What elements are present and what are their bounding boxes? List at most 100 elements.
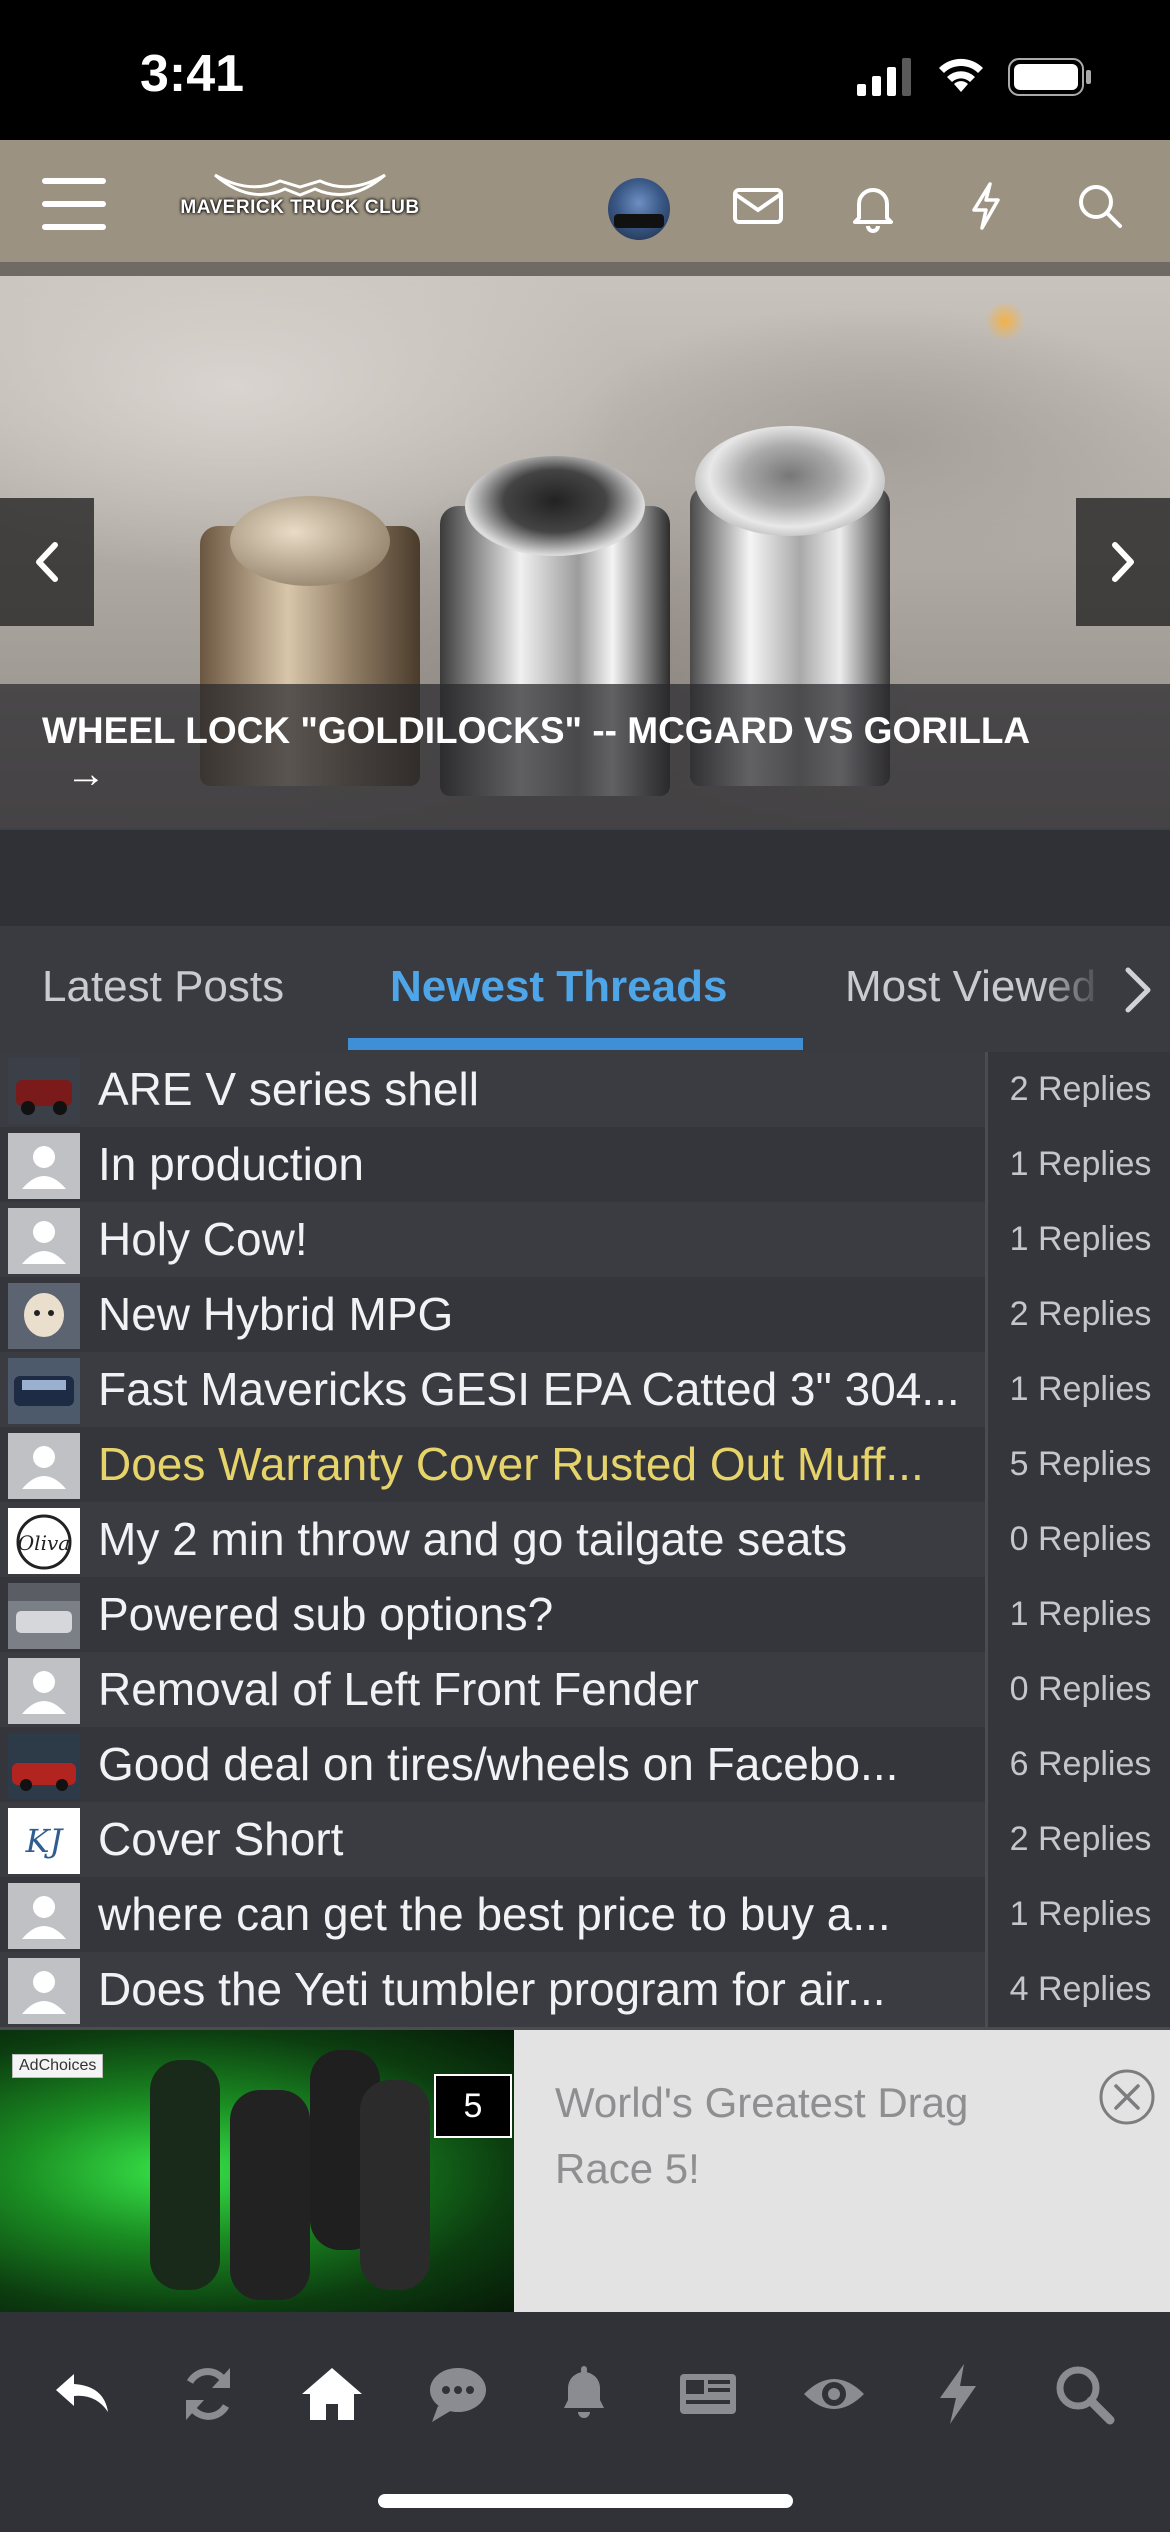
hero-caption-band (0, 684, 1170, 828)
reply-count: 1 Replies (1009, 1145, 1152, 1183)
user-avatar[interactable] (608, 178, 670, 240)
thread-title[interactable]: Cover Short (98, 1808, 978, 1870)
default-avatar-icon[interactable] (8, 1133, 80, 1199)
home-icon[interactable] (298, 2360, 366, 2428)
default-avatar-icon[interactable] (8, 1208, 80, 1274)
reply-count-cell: 1 Replies (985, 1202, 1170, 1277)
chevron-right-icon[interactable] (1118, 962, 1158, 1018)
reply-count: 4 Replies (1009, 1970, 1152, 2008)
thread-row[interactable]: KJ Cover Short 2 Replies (0, 1802, 1170, 1880)
thread-row[interactable]: In production 1 Replies (0, 1127, 1170, 1205)
chevron-right-icon (1112, 542, 1134, 582)
reply-count-cell: 6 Replies (985, 1727, 1170, 1802)
search-icon[interactable] (1050, 2360, 1118, 2428)
default-avatar-icon[interactable] (8, 1433, 80, 1499)
back-icon[interactable] (48, 2360, 116, 2428)
default-avatar-icon[interactable] (8, 1658, 80, 1724)
eye-icon[interactable] (800, 2360, 868, 2428)
hero-title[interactable]: WHEEL LOCK "GOLDILOCKS" -- MCGARD VS GOR… (42, 708, 1142, 754)
adchoices-label[interactable]: AdChoices (12, 2054, 104, 2078)
thread-avatar[interactable] (8, 1583, 80, 1649)
ad-text-line2: Race 5! (555, 2145, 700, 2192)
reply-count-cell: 5 Replies (985, 1427, 1170, 1502)
thread-avatar[interactable] (8, 1058, 80, 1124)
thread-title[interactable]: Powered sub options? (98, 1583, 978, 1645)
thread-title[interactable]: New Hybrid MPG (98, 1283, 978, 1345)
battery-icon (1008, 58, 1091, 96)
reply-count-cell: 4 Replies (985, 1952, 1170, 2027)
bell-icon[interactable] (845, 178, 901, 234)
status-time: 3:41 (140, 45, 245, 103)
reply-count: 0 Replies (1009, 1520, 1152, 1558)
search-icon[interactable] (1072, 178, 1128, 234)
hero-next-button[interactable] (1076, 498, 1170, 626)
thread-avatar[interactable] (8, 1358, 80, 1424)
thread-title[interactable]: In production (98, 1133, 978, 1195)
thread-title[interactable]: Does Warranty Cover Rusted Out Muff... (98, 1433, 978, 1495)
thread-row[interactable]: Does Warranty Cover Rusted Out Muff... 5 … (0, 1427, 1170, 1505)
reply-count-cell: 2 Replies (985, 1277, 1170, 1352)
reply-count: 1 Replies (1009, 1370, 1152, 1408)
reply-count: 2 Replies (1009, 1295, 1152, 1333)
thread-title[interactable]: Holy Cow! (98, 1208, 978, 1270)
cellular-signal-icon (857, 58, 911, 96)
reply-count-cell: 1 Replies (985, 1577, 1170, 1652)
ad-image[interactable]: AdChoices 5 (0, 2030, 514, 2312)
reply-count-cell: 1 Replies (985, 1127, 1170, 1202)
thread-title[interactable]: My 2 min throw and go tailgate seats (98, 1508, 978, 1570)
thread-avatar[interactable]: KJ (8, 1808, 80, 1874)
bell-icon[interactable] (550, 2360, 618, 2428)
thread-row[interactable]: Holy Cow! 1 Replies (0, 1202, 1170, 1280)
menu-icon[interactable] (42, 178, 106, 230)
reply-count-cell: 0 Replies (985, 1502, 1170, 1577)
tab-newest-threads[interactable]: Newest Threads (390, 962, 727, 1012)
thread-row[interactable]: where can get the best price to buy a...… (0, 1877, 1170, 1955)
lightning-icon[interactable] (958, 178, 1014, 234)
default-avatar-icon[interactable] (8, 1958, 80, 2024)
thread-title[interactable]: where can get the best price to buy a... (98, 1883, 978, 1945)
reply-count-cell: 1 Replies (985, 1352, 1170, 1427)
chat-icon[interactable] (424, 2360, 492, 2428)
site-logo[interactable]: MAVERICK TRUCK CLUB (170, 165, 430, 245)
reply-count-cell: 1 Replies (985, 1877, 1170, 1952)
reply-count: 0 Replies (1009, 1670, 1152, 1708)
news-icon[interactable] (674, 2360, 742, 2428)
thread-row[interactable]: Powered sub options? 1 Replies (0, 1577, 1170, 1655)
hero-prev-button[interactable] (0, 498, 94, 626)
ad-timer: 5 (434, 2074, 512, 2138)
thread-title[interactable]: Does the Yeti tumbler program for air... (98, 1958, 978, 2020)
thread-title[interactable]: Fast Mavericks GESI EPA Catted 3" 304... (98, 1358, 978, 1420)
ad-text-line1: World's Greatest Drag (555, 2079, 969, 2126)
thread-row[interactable]: Does the Yeti tumbler program for air...… (0, 1952, 1170, 2030)
hero-bokeh (985, 301, 1025, 341)
reply-count: 1 Replies (1009, 1220, 1152, 1258)
reply-count: 1 Replies (1009, 1895, 1152, 1933)
ad-banner[interactable]: AdChoices 5 World's Greatest Drag Race 5… (0, 2030, 1170, 2312)
thread-row[interactable]: Fast Mavericks GESI EPA Catted 3" 304...… (0, 1352, 1170, 1430)
default-avatar-icon[interactable] (8, 1883, 80, 1949)
mail-icon[interactable] (730, 178, 786, 234)
thread-row[interactable]: New Hybrid MPG 2 Replies (0, 1277, 1170, 1355)
thread-row[interactable]: Good deal on tires/wheels on Facebo... 6 … (0, 1727, 1170, 1805)
status-bar: 3:41 (0, 0, 1170, 140)
svg-text:Oliva: Oliva (18, 1531, 70, 1555)
tab-latest-posts[interactable]: Latest Posts (42, 962, 284, 1012)
thread-row[interactable]: Removal of Left Front Fender 0 Replies (0, 1652, 1170, 1730)
thread-avatar[interactable] (8, 1733, 80, 1799)
reply-count: 6 Replies (1009, 1745, 1152, 1783)
ad-text[interactable]: World's Greatest Drag Race 5! (555, 2070, 1055, 2202)
thread-avatar[interactable]: Oliva (8, 1508, 80, 1574)
thread-avatar[interactable] (8, 1283, 80, 1349)
thread-title[interactable]: Removal of Left Front Fender (98, 1658, 978, 1720)
refresh-icon[interactable] (174, 2360, 242, 2428)
svg-text:KJ: KJ (25, 1822, 65, 1860)
reply-count-cell: 0 Replies (985, 1652, 1170, 1727)
lightning-icon[interactable] (924, 2360, 992, 2428)
thread-title[interactable]: Good deal on tires/wheels on Facebo... (98, 1733, 978, 1795)
close-icon[interactable] (1098, 2068, 1156, 2126)
thread-title[interactable]: ARE V series shell (98, 1058, 978, 1120)
thread-row[interactable]: Oliva My 2 min throw and go tailgate seat… (0, 1502, 1170, 1580)
chevron-left-icon (36, 542, 58, 582)
thread-row[interactable]: ARE V series shell 2 Replies (0, 1052, 1170, 1130)
hero-arrow-icon[interactable]: → (66, 752, 106, 797)
